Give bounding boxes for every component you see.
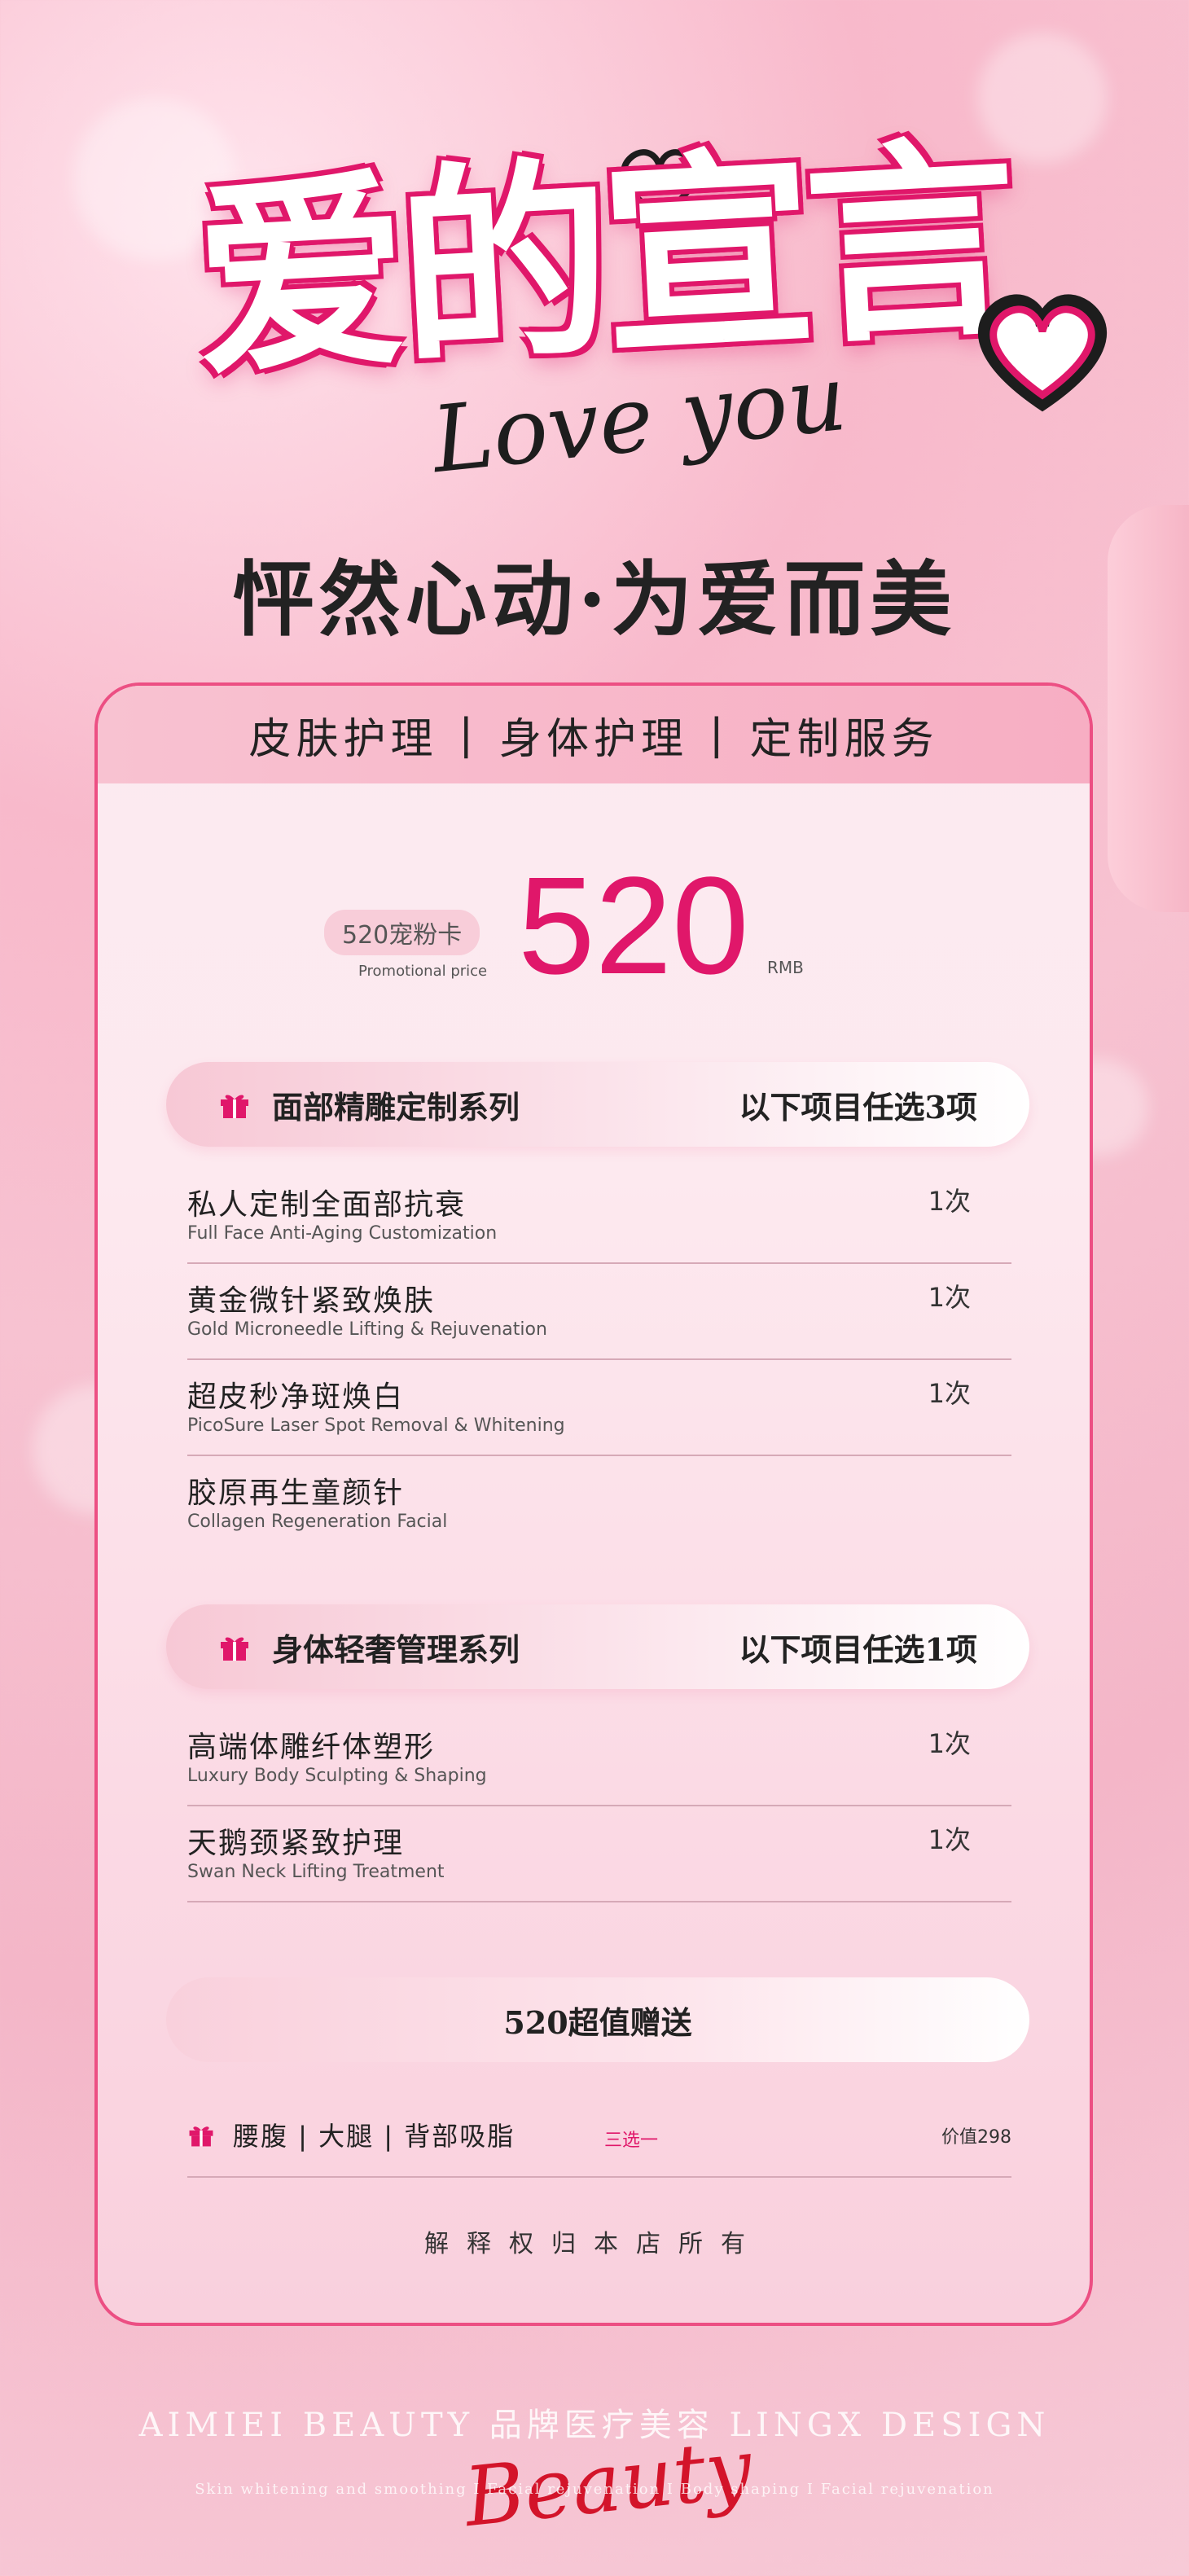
item-name-en: Full Face Anti-Aging Customization xyxy=(187,1223,498,1244)
category-header: 皮肤护理 | 身体护理 | 定制服务 xyxy=(98,686,1090,783)
category-body: 身体护理 xyxy=(498,714,688,764)
category-custom: 定制服务 xyxy=(749,714,939,764)
item-name: 高端体雕纤体塑形 xyxy=(187,1731,436,1764)
item-name: 超皮秒净斑焕白 xyxy=(187,1380,405,1414)
menu-card: 皮肤护理 | 身体护理 | 定制服务 520宠粉卡 Promotional pr… xyxy=(94,682,1093,2326)
section-name: 身体轻奢管理系列 xyxy=(272,1630,520,1668)
item-name: 胶原再生童颜针 xyxy=(187,1477,405,1510)
item-name: 天鹅颈紧致护理 xyxy=(187,1827,405,1860)
list-item: 天鹅颈紧致护理 Swan Neck Lifting Treatment 1次 xyxy=(187,1805,1011,1902)
item-count: 1次 xyxy=(928,1824,971,1855)
item-name: 黄金微针紧致焕肤 xyxy=(187,1284,436,1318)
divider: | xyxy=(709,710,729,759)
item-name-en: Collagen Regeneration Facial xyxy=(187,1512,448,1532)
price-amount: 520 xyxy=(518,849,749,1003)
heart-icon xyxy=(969,285,1116,415)
subtitle: 怦然心动·为爱而美 xyxy=(232,551,957,647)
item-count: 1次 xyxy=(928,1282,971,1313)
gift-icon xyxy=(189,2126,213,2147)
item-name: 私人定制全面部抗衰 xyxy=(187,1188,467,1222)
category-skin: 皮肤护理 xyxy=(248,714,438,764)
item-name-en: Gold Microneedle Lifting & Rejuvenation xyxy=(187,1319,547,1340)
item-count: 1次 xyxy=(928,1378,971,1409)
price-unit: RMB xyxy=(767,958,804,977)
list-item: 胶原再生童颜针 Collagen Regeneration Facial xyxy=(187,1455,1011,1551)
title-art: 爱的宣言 Love you xyxy=(163,115,1108,546)
gift-title-bar: 520超值赠送 xyxy=(166,1977,1029,2062)
bonus-text: 腰腹 | 大腿 | 背部吸脂 xyxy=(233,2121,516,2152)
section-bar-face: 面部精雕定制系列 以下项目任选3项 xyxy=(166,1062,1029,1147)
price-caption: Promotional price xyxy=(358,963,488,980)
card-label-badge: 520宠粉卡 xyxy=(324,910,480,955)
footer-tagline: Skin whitening and smoothing I Facial re… xyxy=(195,2481,994,2498)
item-count: 1次 xyxy=(928,1728,971,1759)
section-name: 面部精雕定制系列 xyxy=(272,1088,520,1126)
rights-notice: 解释权归本店所有 xyxy=(424,2230,763,2258)
title-chinese: 爱的宣言 xyxy=(189,115,1016,406)
bonus-value: 价值298 xyxy=(941,2127,1011,2148)
section-bar-body: 身体轻奢管理系列 以下项目任选1项 xyxy=(166,1604,1029,1689)
divider: | xyxy=(458,710,478,759)
section-choose: 以下项目任选3项 xyxy=(739,1088,977,1126)
list-item: 黄金微针紧致焕肤 Gold Microneedle Lifting & Reju… xyxy=(187,1262,1011,1360)
price-block: 520宠粉卡 Promotional price 520 RMB xyxy=(98,849,1090,995)
bonus-row: 腰腹 | 大腿 | 背部吸脂 三选一 价值298 xyxy=(187,2111,1011,2178)
gift-icon xyxy=(221,1637,248,1661)
list-item: 超皮秒净斑焕白 PicoSure Laser Spot Removal & Wh… xyxy=(187,1358,1011,1456)
list-item: 高端体雕纤体塑形 Luxury Body Sculpting & Shaping… xyxy=(187,1709,1011,1806)
item-name-en: PicoSure Laser Spot Removal & Whitening xyxy=(187,1415,565,1436)
gift-icon xyxy=(221,1095,248,1118)
item-name-en: Swan Neck Lifting Treatment xyxy=(187,1862,445,1882)
item-name-en: Luxury Body Sculpting & Shaping xyxy=(187,1766,487,1786)
list-item: 私人定制全面部抗衰 Full Face Anti-Aging Customiza… xyxy=(187,1166,1011,1264)
section-choose: 以下项目任选1项 xyxy=(739,1630,977,1668)
bonus-pick: 三选一 xyxy=(604,2131,659,2151)
item-count: 1次 xyxy=(928,1186,971,1217)
